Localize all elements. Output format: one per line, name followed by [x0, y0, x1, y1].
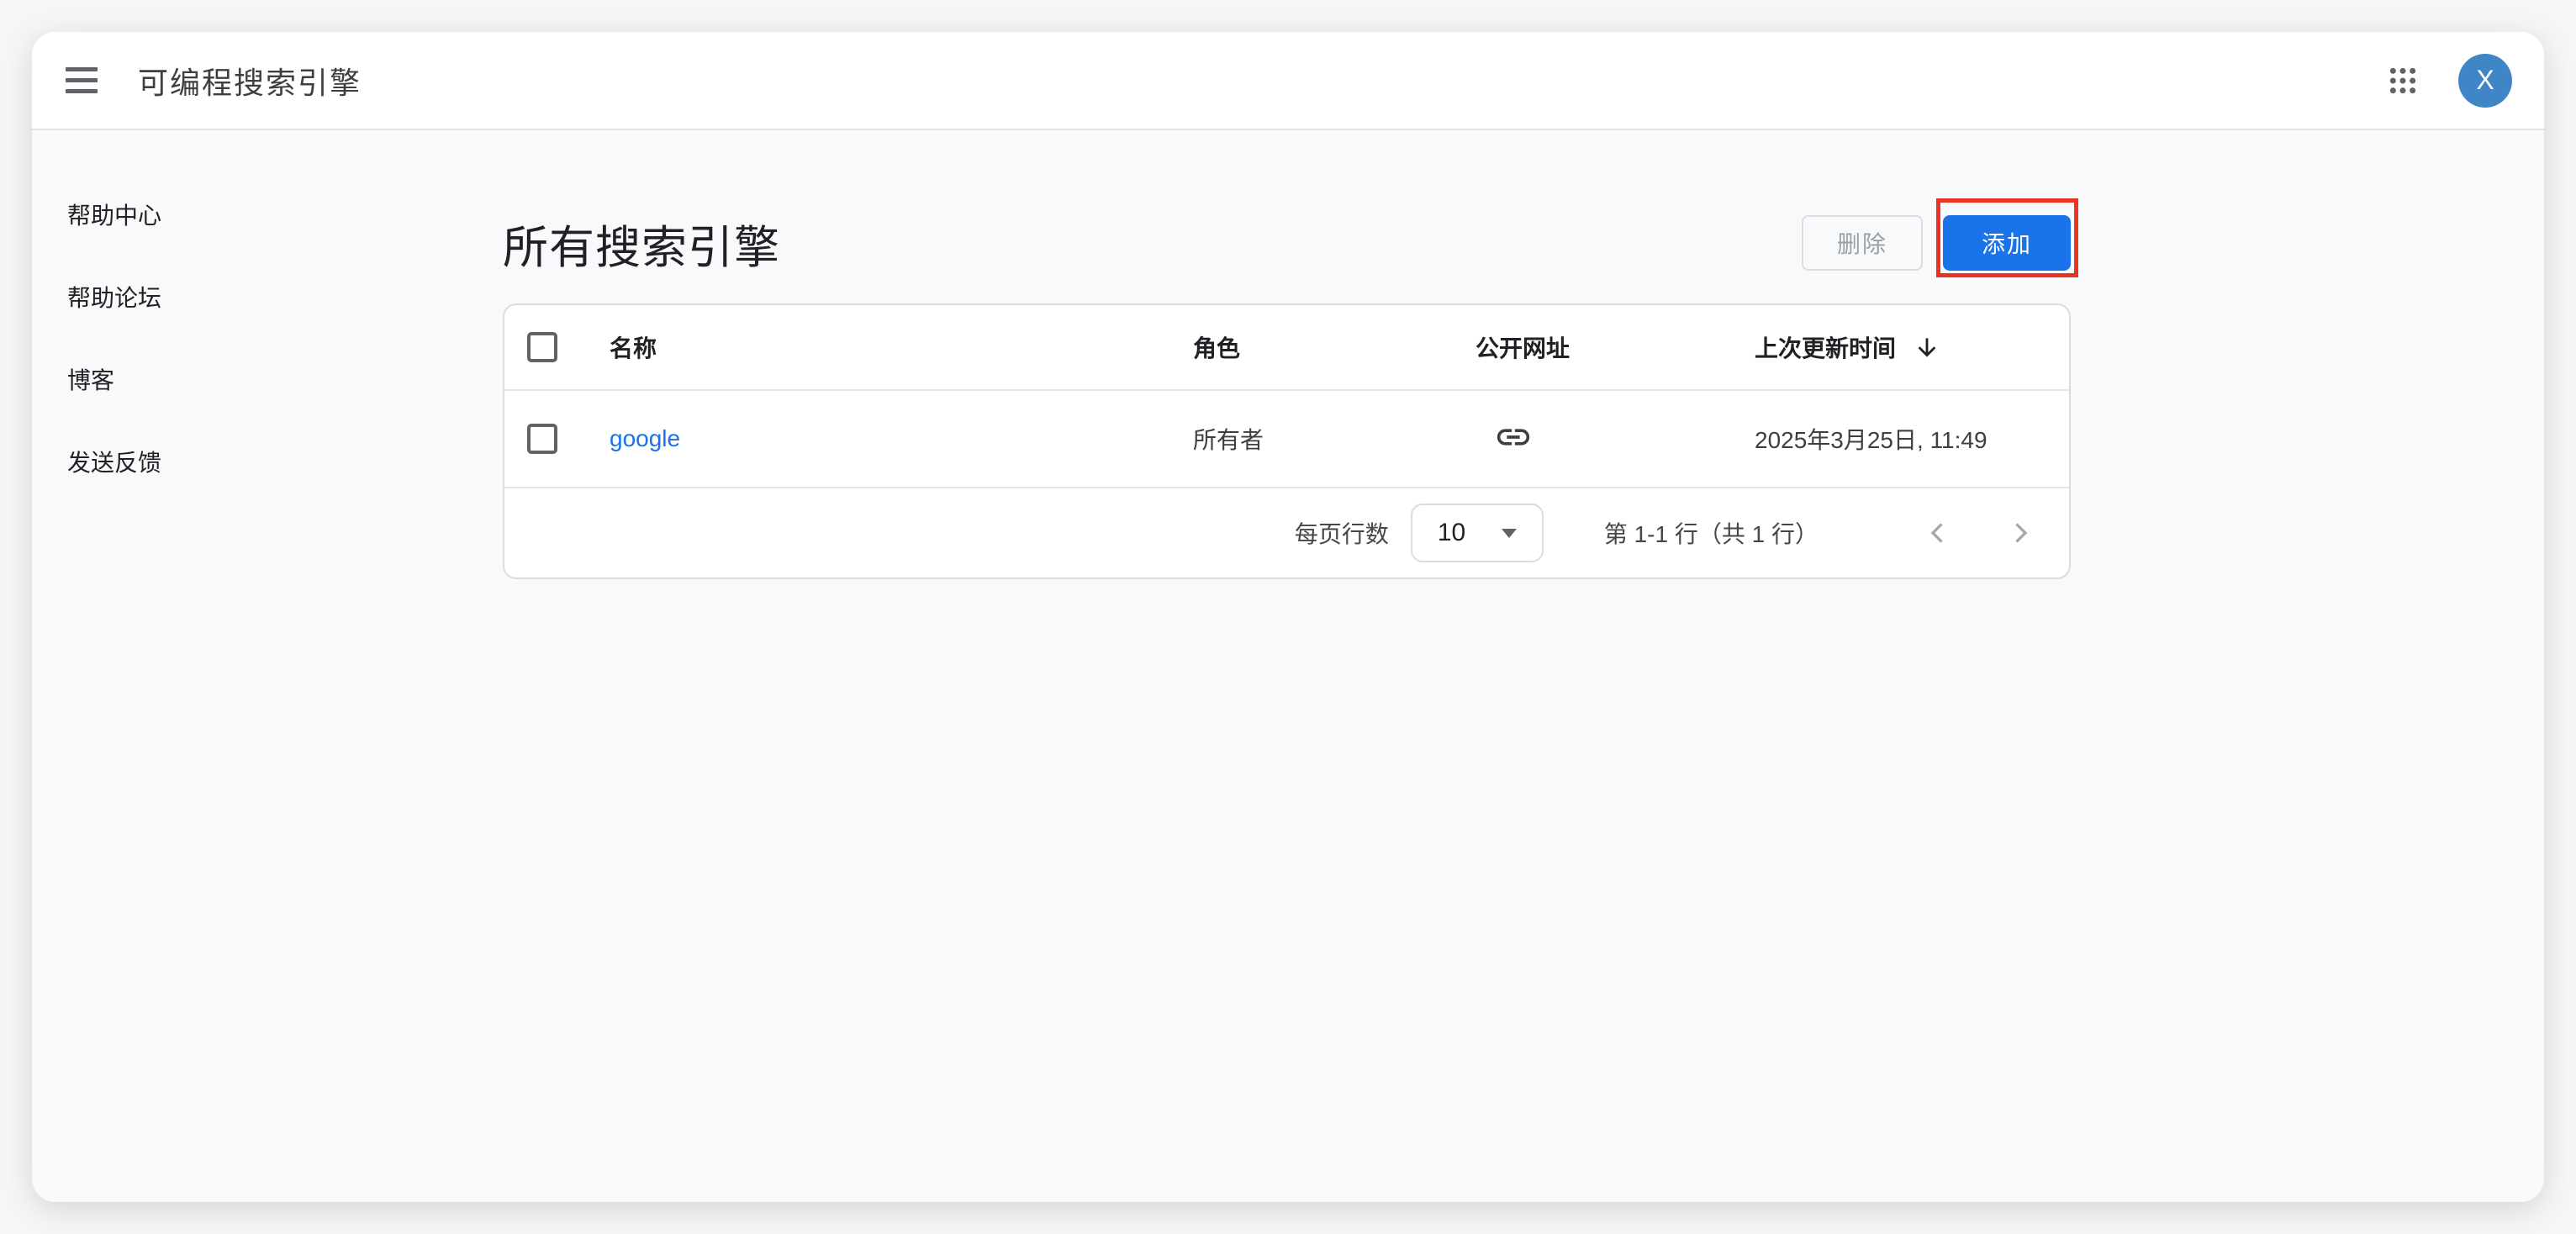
hamburger-menu-icon[interactable]	[66, 67, 98, 93]
rows-per-page-label: 每页行数	[1295, 516, 1389, 550]
add-button[interactable]: 添加	[1943, 215, 2071, 271]
engine-url-cell	[1475, 418, 1755, 461]
engine-role-cell: 所有者	[1193, 422, 1475, 456]
sort-arrow-down-icon	[1913, 333, 1941, 361]
main-content: 所有搜索引擎 删除 添加 名称 角色	[503, 130, 2071, 1202]
sidebar: 帮助中心 帮助论坛 博客 发送反馈	[32, 130, 503, 1202]
previous-page-button[interactable]	[1923, 518, 1953, 548]
rows-per-page-select[interactable]: 10	[1411, 504, 1544, 562]
app-window: 可编程搜索引擎 X 帮助中心 帮助论坛 博客 发送反馈 所有搜索引擎	[32, 32, 2544, 1202]
column-header-role: 角色	[1193, 330, 1475, 364]
apps-grid-icon[interactable]	[2386, 64, 2420, 98]
sidebar-item-help-center[interactable]: 帮助中心	[67, 192, 161, 240]
row-checkbox-cell	[504, 424, 610, 454]
table-row: google 所有者 2025年3月25日, 11:49	[504, 391, 2069, 488]
column-header-url: 公开网址	[1475, 330, 1755, 364]
chevron-right-icon	[2005, 518, 2035, 548]
heading-row: 所有搜索引擎 删除 添加	[503, 211, 2071, 275]
search-engines-table: 名称 角色 公开网址 上次更新时间 google	[503, 303, 2071, 579]
header-actions: X	[2386, 54, 2512, 108]
rows-per-page-value: 10	[1438, 519, 1465, 547]
engine-updated-cell: 2025年3月25日, 11:49	[1755, 422, 2069, 456]
avatar[interactable]: X	[2458, 54, 2512, 108]
public-url-link-icon[interactable]	[1494, 418, 1533, 456]
column-header-name: 名称	[610, 330, 1193, 364]
sidebar-item-help-forum[interactable]: 帮助论坛	[67, 275, 161, 322]
engine-name-link[interactable]: google	[610, 425, 680, 452]
table-pagination: 每页行数 10 第 1-1 行（共 1 行）	[504, 488, 2069, 577]
app-header: 可编程搜索引擎 X	[32, 32, 2544, 130]
page-body: 帮助中心 帮助论坛 博客 发送反馈 所有搜索引擎 删除 添加	[32, 130, 2544, 1202]
delete-button[interactable]: 删除	[1802, 215, 1923, 271]
column-header-updated[interactable]: 上次更新时间	[1755, 330, 1941, 364]
header-checkbox-cell	[504, 332, 610, 362]
row-checkbox[interactable]	[527, 424, 557, 454]
sidebar-item-blog[interactable]: 博客	[67, 357, 114, 404]
dropdown-caret-icon	[1502, 529, 1517, 538]
toolbar: 删除 添加	[1802, 215, 2071, 271]
select-all-checkbox[interactable]	[527, 332, 557, 362]
next-page-button[interactable]	[2005, 518, 2035, 548]
app-title: 可编程搜索引擎	[138, 59, 362, 103]
add-button-wrap: 添加	[1943, 215, 2071, 271]
page-title: 所有搜索引擎	[503, 210, 780, 277]
pagination-range-text: 第 1-1 行（共 1 行）	[1604, 516, 1819, 550]
sidebar-item-send-feedback[interactable]: 发送反馈	[67, 440, 161, 487]
table-header-row: 名称 角色 公开网址 上次更新时间	[504, 305, 2069, 391]
chevron-left-icon	[1923, 518, 1953, 548]
column-header-updated-label: 上次更新时间	[1755, 330, 1896, 364]
